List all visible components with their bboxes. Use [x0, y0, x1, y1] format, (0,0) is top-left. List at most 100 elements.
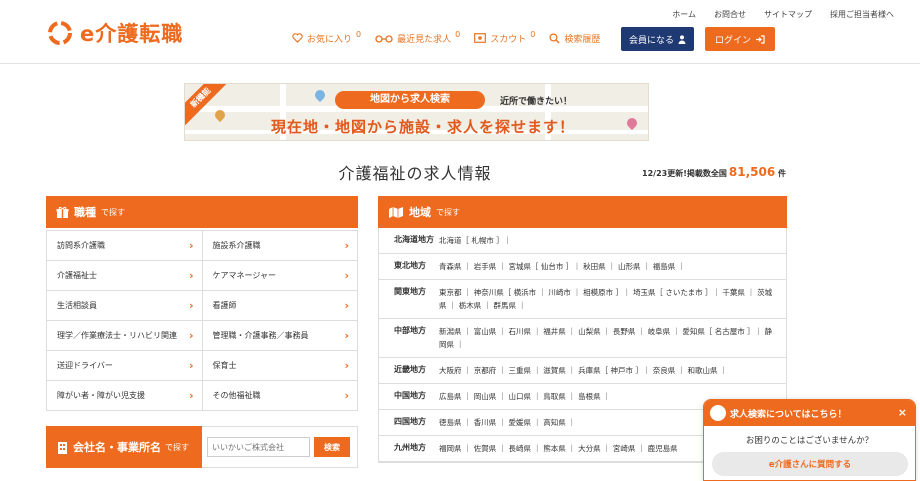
job-row: 理学／作業療法士・リハビリ関連 › 管理職・介護事務／事務員 › — [47, 321, 358, 351]
region-row-tohoku: 東北地方 青森県 ｜ 岩手県 ｜ 宮城県［ 仙台市 ］｜ 秋田県 ｜ 山形県 ｜… — [379, 254, 786, 280]
login-button-label: ログイン — [714, 35, 751, 46]
job-item-nurse[interactable]: 看護師 › — [202, 291, 358, 321]
user-nav: お気に入り 0 最近見た求人 0 スカウト 0 検索履歴 — [292, 28, 600, 48]
banner-bubble: 近所で働きたい！ — [500, 97, 573, 107]
job-item-label: 生活相談員 — [57, 301, 97, 310]
job-item-home-care[interactable]: 訪問系介護職 › — [47, 231, 203, 261]
map-pin-icon — [312, 87, 328, 103]
job-item-therapist[interactable]: 理学／作業療法士・リハビリ関連 › — [47, 321, 203, 351]
gift-icon — [56, 206, 69, 218]
nav-favorites-count: 0 — [356, 29, 362, 39]
job-item-label: 施設系介護職 — [212, 241, 261, 250]
region-panel-header: 地域 で探す — [378, 196, 787, 228]
company-search-suffix: で探す — [165, 442, 189, 452]
region-prefecture-links[interactable]: 東京都 ｜ 神奈川県［ 横浜市 ｜ 川崎市 ｜ 相模原市 ］｜ 埼玉県［ さいた… — [439, 286, 786, 312]
job-item-label: 管理職・介護事務／事務員 — [212, 331, 309, 340]
region-prefecture-links[interactable]: 青森県 ｜ 岩手県 ｜ 宮城県［ 仙台市 ］｜ 秋田県 ｜ 山形県 ｜ 福島県 … — [439, 260, 786, 273]
region-name: 関東地方 — [394, 287, 426, 296]
logo-icon — [46, 19, 74, 47]
job-row: 送迎ドライバー › 保育士 › — [47, 351, 358, 381]
chevron-right-icon: › — [344, 359, 349, 372]
job-item-label: 保育士 — [212, 361, 237, 370]
job-item-label: その他福祉職 — [212, 391, 261, 400]
chevron-right-icon: › — [188, 239, 194, 252]
stats-prefix: 12/23更新!掲載数全国 — [642, 169, 727, 178]
job-item-label: 送迎ドライバー — [57, 361, 113, 370]
company-search-header: 会社名・事業所名 で探す — [46, 426, 202, 468]
top-link-employer[interactable]: 採用ご担当者様へ — [830, 9, 894, 20]
map-search-banner[interactable]: 新機能 地図から求人検索 近所で働きたい！ 現在地・地図から施設・求人を探せます… — [184, 83, 649, 141]
chat-logo-icon — [710, 405, 726, 421]
job-item-driver[interactable]: 送迎ドライバー › — [47, 351, 203, 381]
stats-suffix: 件 — [778, 169, 786, 178]
close-icon[interactable]: × — [898, 406, 907, 419]
job-item-counselor[interactable]: 生活相談員 › — [47, 291, 203, 321]
chevron-right-icon: › — [188, 299, 194, 312]
chevron-right-icon: › — [344, 389, 349, 402]
region-name: 近畿地方 — [394, 365, 426, 374]
building-icon — [58, 441, 67, 454]
job-item-label: 看護師 — [212, 301, 237, 310]
member-register-button[interactable]: 会員になる — [621, 27, 694, 51]
job-item-label: 介護福祉士 — [57, 271, 97, 280]
user-icon — [678, 34, 686, 44]
region-name: 北海道地方 — [394, 235, 434, 244]
nav-recent[interactable]: 最近見た求人 0 — [375, 29, 461, 45]
company-search-button[interactable]: 検索 — [314, 437, 350, 457]
nav-scout[interactable]: スカウト 0 — [474, 29, 536, 45]
chevron-right-icon: › — [344, 269, 349, 282]
job-item-label: 訪問系介護職 — [57, 241, 105, 250]
company-search-title: 会社名・事業所名 — [73, 441, 161, 454]
region-prefecture-links[interactable]: 北海道［ 札幌市 ］｜ — [439, 234, 786, 247]
nav-history[interactable]: 検索履歴 — [549, 32, 600, 45]
job-item-facility-care[interactable]: 施設系介護職 › — [202, 231, 358, 261]
chat-message: お困りのことはございませんか？ — [745, 436, 874, 446]
region-prefecture-links[interactable]: 新潟県 ｜ 富山県 ｜ 石川県 ｜ 福井県 ｜ 山梨県 ｜ 長野県 ｜ 岐阜県 … — [439, 325, 786, 351]
job-item-label: 障がい者・障がい児支援 — [57, 391, 145, 400]
company-search-input[interactable] — [207, 437, 310, 457]
job-item-childcare[interactable]: 保育士 › — [202, 351, 358, 381]
job-row: 生活相談員 › 看護師 › — [47, 291, 358, 321]
region-prefecture-links[interactable]: 大阪府 ｜ 京都府 ｜ 三重県 ｜ 滋賀県 ｜ 兵庫県［ 神戸市 ］｜ 奈良県 … — [439, 364, 786, 377]
job-item-other-welfare[interactable]: その他福祉職 › — [202, 381, 358, 411]
job-panel-header: 職種 で探す — [46, 196, 358, 228]
region-name: 中部地方 — [394, 326, 426, 335]
region-row-kinki: 近畿地方 大阪府 ｜ 京都府 ｜ 三重県 ｜ 滋賀県 ｜ 兵庫県［ 神戸市 ］｜… — [379, 358, 786, 384]
nav-favorites[interactable]: お気に入り 0 — [292, 29, 362, 45]
job-item-disability-support[interactable]: 障がい者・障がい児支援 › — [47, 381, 203, 411]
chat-title: 求人検索についてはこちら！ — [730, 409, 847, 420]
chevron-right-icon: › — [344, 239, 349, 252]
job-item-care-manager[interactable]: ケアマネージャー › — [202, 261, 358, 291]
logo-text: e介護転職 — [80, 22, 184, 46]
nav-history-label: 検索履歴 — [564, 34, 601, 45]
region-name: 四国地方 — [394, 417, 426, 426]
job-item-label: ケアマネージャー — [212, 271, 276, 280]
job-item-care-worker[interactable]: 介護福祉士 › — [47, 261, 203, 291]
job-item-label: 理学／作業療法士・リハビリ関連 — [57, 331, 177, 340]
chat-ask-button[interactable]: e介護さんに質問する — [712, 452, 908, 476]
region-panel-title: 地域 — [409, 206, 431, 219]
region-panel-suffix: で探す — [436, 207, 460, 217]
listing-stats: 12/23更新!掲載数全国 81,506 件 — [642, 165, 786, 179]
logo[interactable]: e介護転職 — [46, 18, 183, 48]
chevron-right-icon: › — [188, 389, 194, 402]
map-pin-icon — [624, 115, 640, 131]
company-search-box: 検索 — [202, 426, 358, 468]
region-name: 中国地方 — [394, 391, 426, 400]
top-link-sitemap[interactable]: サイトマップ — [764, 9, 812, 20]
chat-header[interactable]: 求人検索についてはこちら！ × — [704, 400, 915, 426]
chevron-right-icon: › — [188, 359, 194, 372]
nav-recent-count: 0 — [455, 29, 461, 39]
glasses-icon — [375, 34, 393, 43]
nav-scout-count: 0 — [530, 29, 536, 39]
top-link-contact[interactable]: お問合せ — [714, 9, 746, 20]
map-icon — [389, 206, 403, 218]
banner-headline: 現在地・地図から施設・求人を探せます！ — [270, 118, 575, 136]
stats-count: 81,506 — [728, 165, 776, 179]
nav-scout-label: スカウト — [490, 34, 527, 45]
job-item-management[interactable]: 管理職・介護事務／事務員 › — [202, 321, 358, 351]
region-row-chubu: 中部地方 新潟県 ｜ 富山県 ｜ 石川県 ｜ 福井県 ｜ 山梨県 ｜ 長野県 ｜… — [379, 319, 786, 358]
login-button[interactable]: ログイン — [705, 27, 775, 51]
job-row: 障がい者・障がい児支援 › その他福祉職 › — [47, 381, 358, 411]
top-link-home[interactable]: ホーム — [672, 9, 696, 20]
